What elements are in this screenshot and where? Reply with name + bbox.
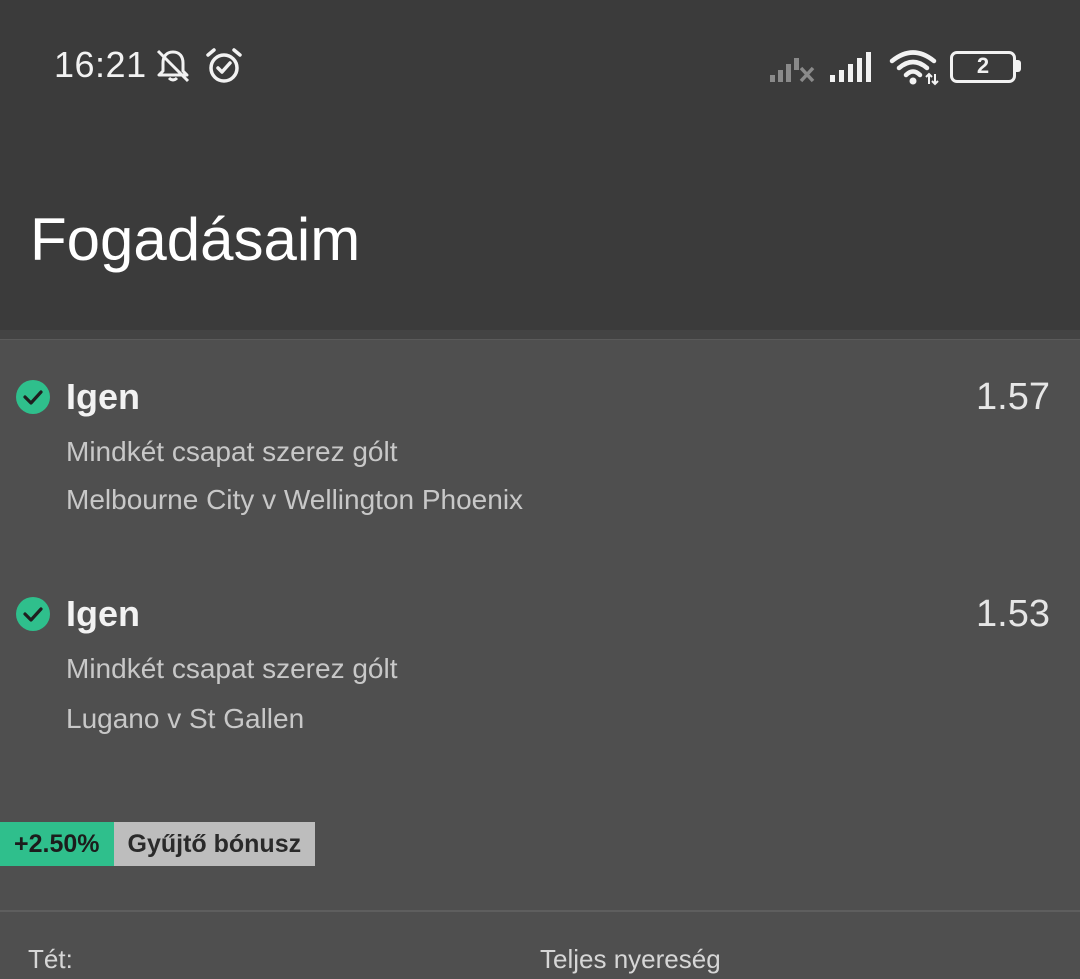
status-time: 16:21 (54, 44, 147, 85)
signal-icon (830, 52, 871, 82)
battery-icon: 2 (950, 51, 1022, 83)
bet-odds: 1.53 (976, 593, 1050, 635)
bet-selection: Igen (66, 376, 141, 417)
footer-divider (0, 910, 1080, 912)
check-circle-icon (16, 380, 50, 414)
accumulator-bonus-badge: +2.50% Gyűjtő bónusz (0, 822, 316, 866)
header-divider (0, 330, 1080, 340)
bet-market: Mindkét csapat szerez gólt (66, 653, 398, 684)
page-title: Fogadásaim (30, 206, 361, 273)
alarm-clock-icon (206, 48, 242, 83)
total-win-label: Teljes nyereség (540, 944, 721, 974)
bonus-percent: +2.50% (0, 822, 114, 866)
status-bar: 16:21 2 (0, 0, 1080, 130)
check-circle-icon (16, 597, 50, 631)
bet-item[interactable]: Igen 1.53 Mindkét csapat szerez gólt Lug… (0, 587, 1080, 747)
bet-event: Lugano v St Gallen (66, 703, 305, 734)
bet-item[interactable]: Igen 1.57 Mindkét csapat szerez gólt Mel… (0, 370, 1080, 530)
stake-label: Tét: (28, 944, 73, 974)
bet-odds: 1.57 (976, 376, 1050, 418)
bet-selection: Igen (66, 593, 141, 634)
battery-level: 2 (976, 53, 990, 78)
no-signal-icon (770, 58, 815, 83)
bonus-label: Gyűjtő bónusz (113, 822, 316, 866)
bet-event: Melbourne City v Wellington Phoenix (66, 484, 524, 515)
wifi-icon (889, 50, 939, 86)
bet-market: Mindkét csapat szerez gólt (66, 436, 398, 467)
muted-bell-icon (156, 49, 190, 83)
